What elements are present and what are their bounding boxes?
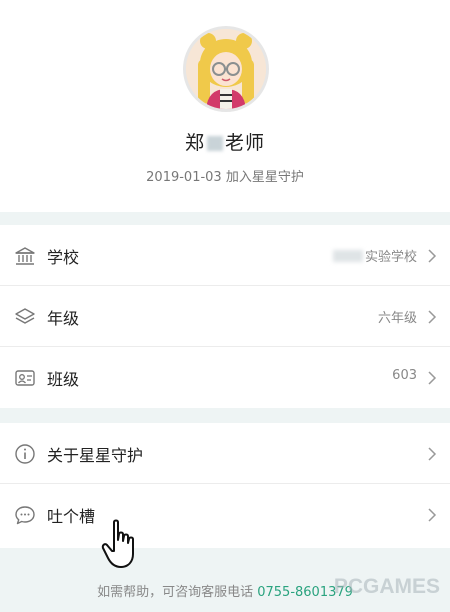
hand-cursor-icon	[101, 519, 134, 568]
grade-label: 年级	[47, 309, 80, 328]
class-card-icon	[15, 370, 35, 386]
school-row[interactable]: 学校 实验学校	[0, 225, 450, 286]
help-label: 如需帮助，可咨询客服电话	[97, 585, 254, 600]
user-name: 郑老师	[0, 128, 450, 155]
chat-bubble-icon	[15, 506, 35, 525]
school-label: 学校	[47, 248, 80, 267]
section-divider	[0, 212, 450, 225]
user-name-suffix: 老师	[225, 132, 266, 154]
redacted-blur	[207, 136, 223, 151]
school-building-icon	[15, 247, 35, 265]
school-value: 实验学校	[332, 246, 417, 265]
user-name-prefix: 郑	[184, 132, 205, 154]
info-icon	[15, 444, 35, 464]
section-divider	[0, 408, 450, 423]
grade-value: 六年级	[377, 311, 417, 326]
avatar[interactable]	[183, 26, 269, 112]
chevron-right-icon	[428, 447, 437, 461]
redacted-blur	[332, 250, 363, 262]
school-value-text: 实验学校	[364, 250, 417, 265]
class-label: 班级	[47, 370, 80, 389]
about-label: 关于星星守护	[47, 446, 144, 465]
watermark-logo: PCGAMES	[333, 575, 440, 598]
layers-icon	[15, 308, 35, 324]
chevron-right-icon	[428, 310, 437, 324]
chevron-right-icon	[428, 249, 437, 263]
feedback-label: 吐个槽	[47, 507, 96, 526]
join-date: 2019-01-03 加入星星守护	[146, 170, 304, 185]
profile-header: 郑老师 2019-01-03 加入星星守护	[0, 0, 450, 212]
chevron-right-icon	[428, 371, 437, 385]
class-row[interactable]: 班级 603	[0, 347, 450, 408]
feedback-row[interactable]: 吐个槽	[0, 484, 450, 545]
chevron-right-icon	[428, 508, 437, 522]
grade-row[interactable]: 年级 六年级	[0, 286, 450, 347]
class-value: 603	[392, 368, 417, 383]
about-row[interactable]: 关于星星守护	[0, 423, 450, 484]
